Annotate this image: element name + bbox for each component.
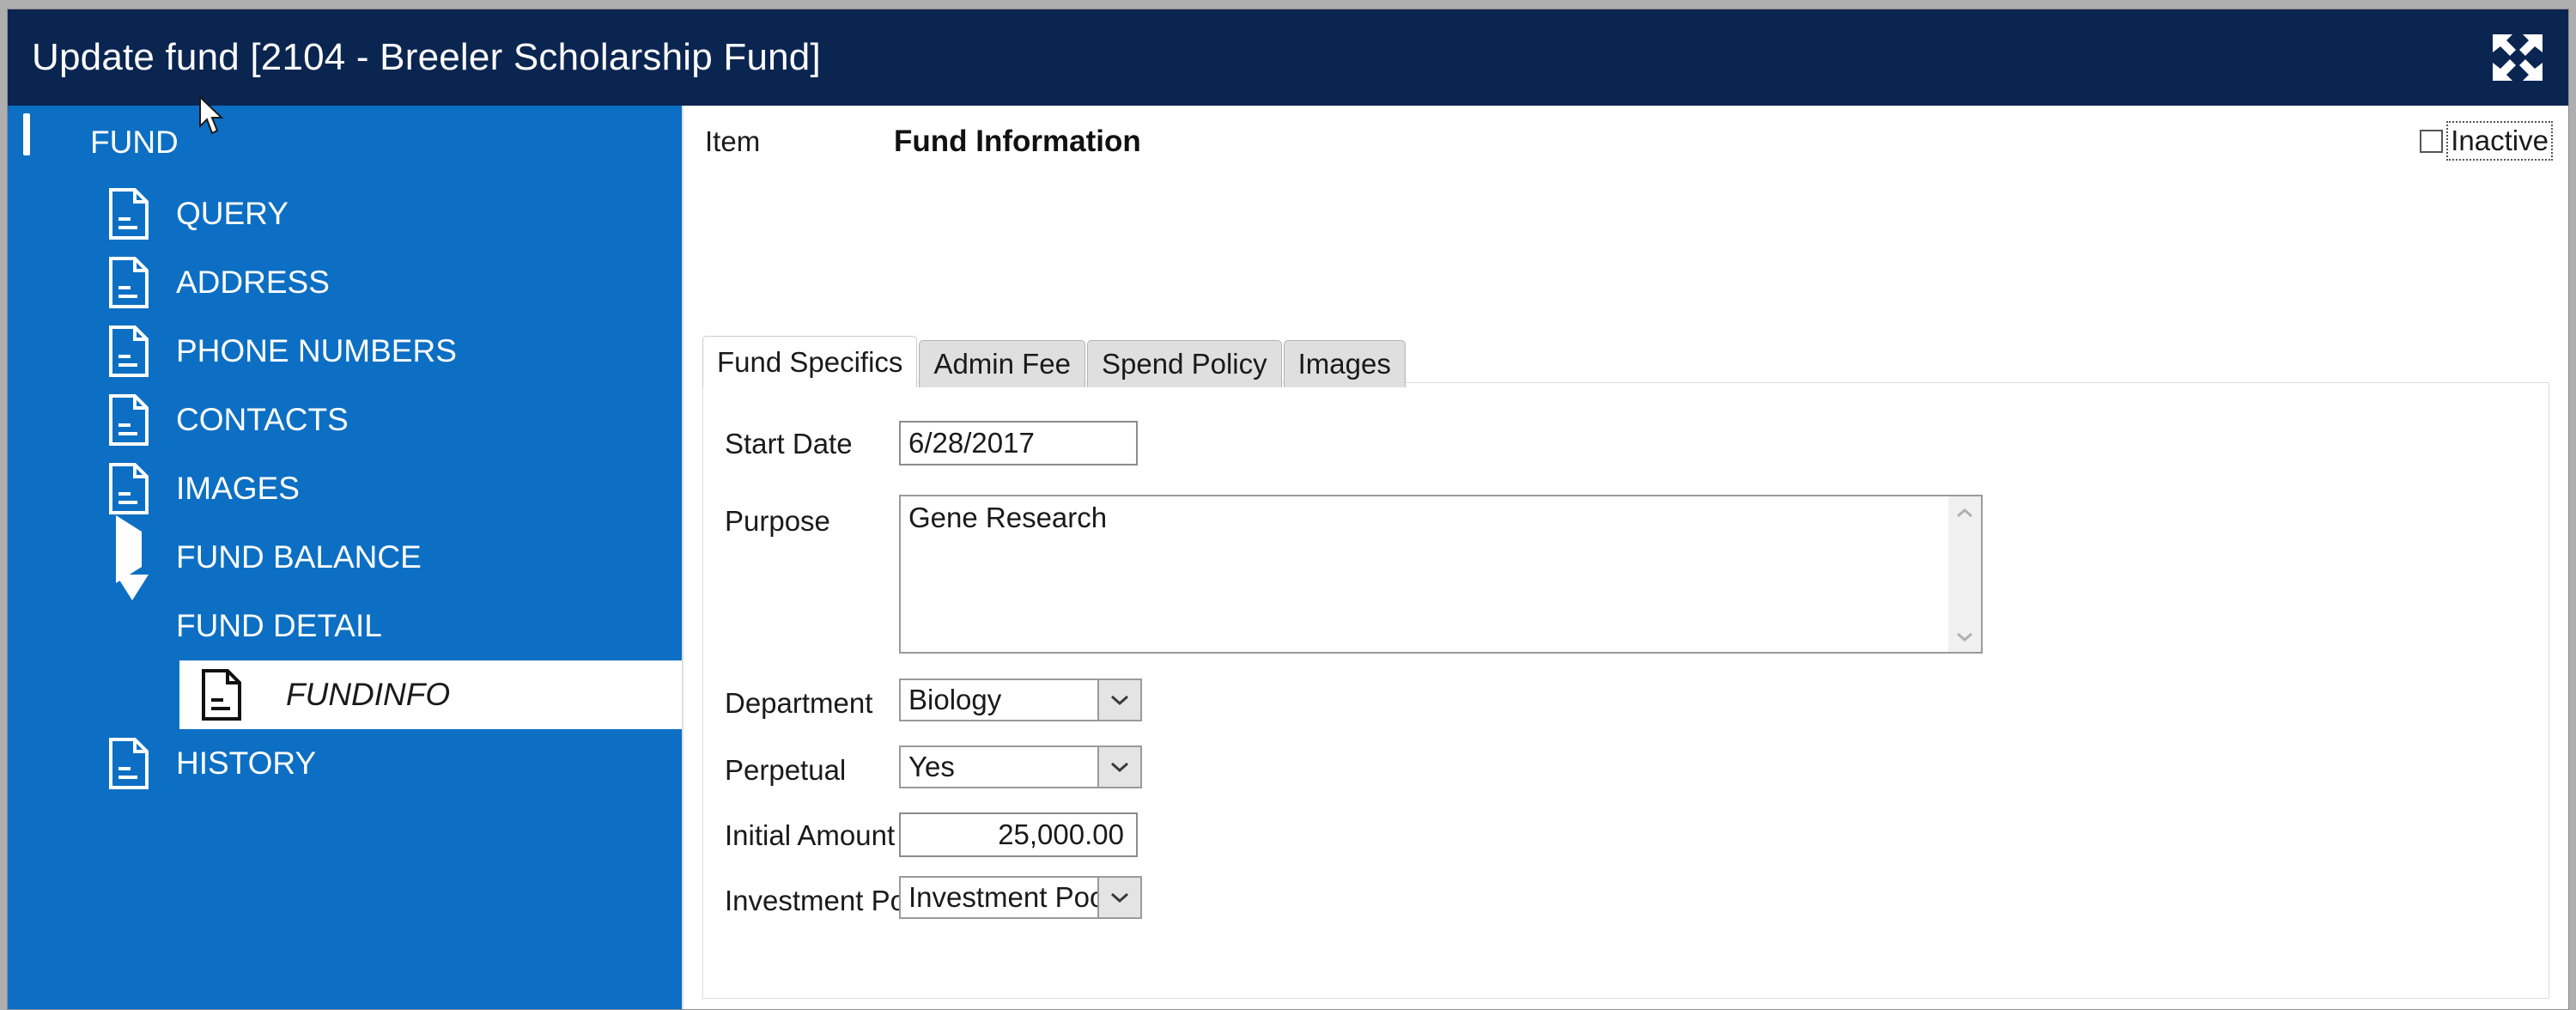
tree-item-label: FUNDINFO xyxy=(269,677,450,713)
tab-strip: Fund Specifics Admin Fee Spend Policy Im… xyxy=(702,336,1407,387)
tree-item-address[interactable]: ADDRESS xyxy=(8,248,682,317)
department-label: Department xyxy=(725,687,872,720)
inactive-checkbox-group[interactable]: Inactive xyxy=(2420,125,2549,157)
document-icon xyxy=(109,257,157,308)
application-window: Update fund [2104 - Breeler Scholarship … xyxy=(7,9,2569,1010)
start-date-input[interactable]: 6/28/2017 xyxy=(899,421,1138,465)
tree-item-query[interactable]: QUERY xyxy=(8,179,682,248)
tab-fund-specifics[interactable]: Fund Specifics xyxy=(702,336,917,387)
scroll-down-icon[interactable] xyxy=(1956,631,1973,642)
tree-item-label: QUERY xyxy=(176,196,289,232)
chevron-down-icon[interactable] xyxy=(1097,745,1142,788)
tree-item-contacts[interactable]: CONTACTS xyxy=(8,386,682,454)
page-title: Fund Information xyxy=(894,125,1141,159)
chevron-down-icon[interactable] xyxy=(1097,876,1142,919)
tree-item-fund-detail[interactable]: FUND DETAIL xyxy=(8,592,682,660)
document-icon xyxy=(109,394,157,446)
window-icon xyxy=(23,117,71,168)
tab-label: Admin Fee xyxy=(933,348,1071,380)
navigation-tree: FUND QUERY ADDRESS PHONE NUMBERS CONTACT xyxy=(8,106,682,1009)
document-icon xyxy=(109,463,157,514)
tree-item-label: FUND BALANCE xyxy=(176,539,422,575)
tab-label: Spend Policy xyxy=(1102,348,1267,380)
purpose-scrollbar[interactable] xyxy=(1948,496,1981,652)
tree-item-label: FUND xyxy=(90,125,179,161)
tab-spend-policy[interactable]: Spend Policy xyxy=(1087,340,1282,387)
tree-item-phone-numbers[interactable]: PHONE NUMBERS xyxy=(8,317,682,386)
start-date-label: Start Date xyxy=(725,428,853,460)
tab-admin-fee[interactable]: Admin Fee xyxy=(919,340,1085,387)
tree-item-label: IMAGES xyxy=(176,471,300,507)
tree-item-label: HISTORY xyxy=(176,745,316,782)
tab-label: Fund Specifics xyxy=(717,346,902,379)
investment-pool-label: Investment Pool xyxy=(725,885,928,917)
purpose-value: Gene Research xyxy=(908,502,1107,534)
tree-item-fund-balance[interactable]: FUND BALANCE xyxy=(8,523,682,592)
document-icon xyxy=(109,326,157,377)
investment-pool-combobox[interactable]: Investment Pool - Equity Only xyxy=(899,876,1142,919)
tab-images[interactable]: Images xyxy=(1284,340,1406,387)
perpetual-label: Perpetual xyxy=(725,754,846,787)
content-pane: Item Fund Information Inactive Fund Spec… xyxy=(682,106,2568,1009)
tree-item-fund[interactable]: FUND xyxy=(8,106,682,179)
investment-pool-value: Investment Pool - Equity Only xyxy=(899,876,1097,919)
scroll-up-icon[interactable] xyxy=(1956,507,1973,517)
tree-item-images[interactable]: IMAGES xyxy=(8,454,682,523)
item-label: Item xyxy=(705,125,760,158)
expand-arrows-icon[interactable] xyxy=(2489,31,2546,84)
tree-item-fundinfo[interactable]: FUNDINFO xyxy=(179,660,682,729)
initial-amount-input[interactable]: 25,000.00 xyxy=(899,812,1138,857)
perpetual-value: Yes xyxy=(899,745,1097,788)
tree-item-history[interactable]: HISTORY xyxy=(8,729,682,798)
triangle-down-icon[interactable] xyxy=(109,600,157,652)
document-icon xyxy=(109,188,157,240)
tab-panel-fund-specifics: Start Date 6/28/2017 Purpose Gene Resear… xyxy=(702,382,2549,999)
inactive-label: Inactive xyxy=(2450,125,2549,157)
purpose-textarea[interactable]: Gene Research xyxy=(899,495,1983,654)
chevron-down-icon[interactable] xyxy=(1097,678,1142,721)
tree-item-label: ADDRESS xyxy=(176,265,330,301)
window-title: Update fund [2104 - Breeler Scholarship … xyxy=(32,36,821,79)
perpetual-combobox[interactable]: Yes xyxy=(899,745,1142,788)
tree-item-label: PHONE NUMBERS xyxy=(176,333,457,369)
title-bar: Update fund [2104 - Breeler Scholarship … xyxy=(8,9,2568,106)
purpose-label: Purpose xyxy=(725,505,830,538)
tree-item-label: CONTACTS xyxy=(176,402,349,438)
tab-label: Images xyxy=(1298,348,1391,380)
department-value: Biology xyxy=(899,678,1097,721)
document-icon xyxy=(109,738,157,789)
tree-item-label: FUND DETAIL xyxy=(176,608,382,644)
document-icon xyxy=(202,669,250,721)
initial-amount-label: Initial Amount xyxy=(725,819,895,852)
inactive-checkbox[interactable] xyxy=(2420,130,2443,153)
department-combobox[interactable]: Biology xyxy=(899,678,1142,721)
